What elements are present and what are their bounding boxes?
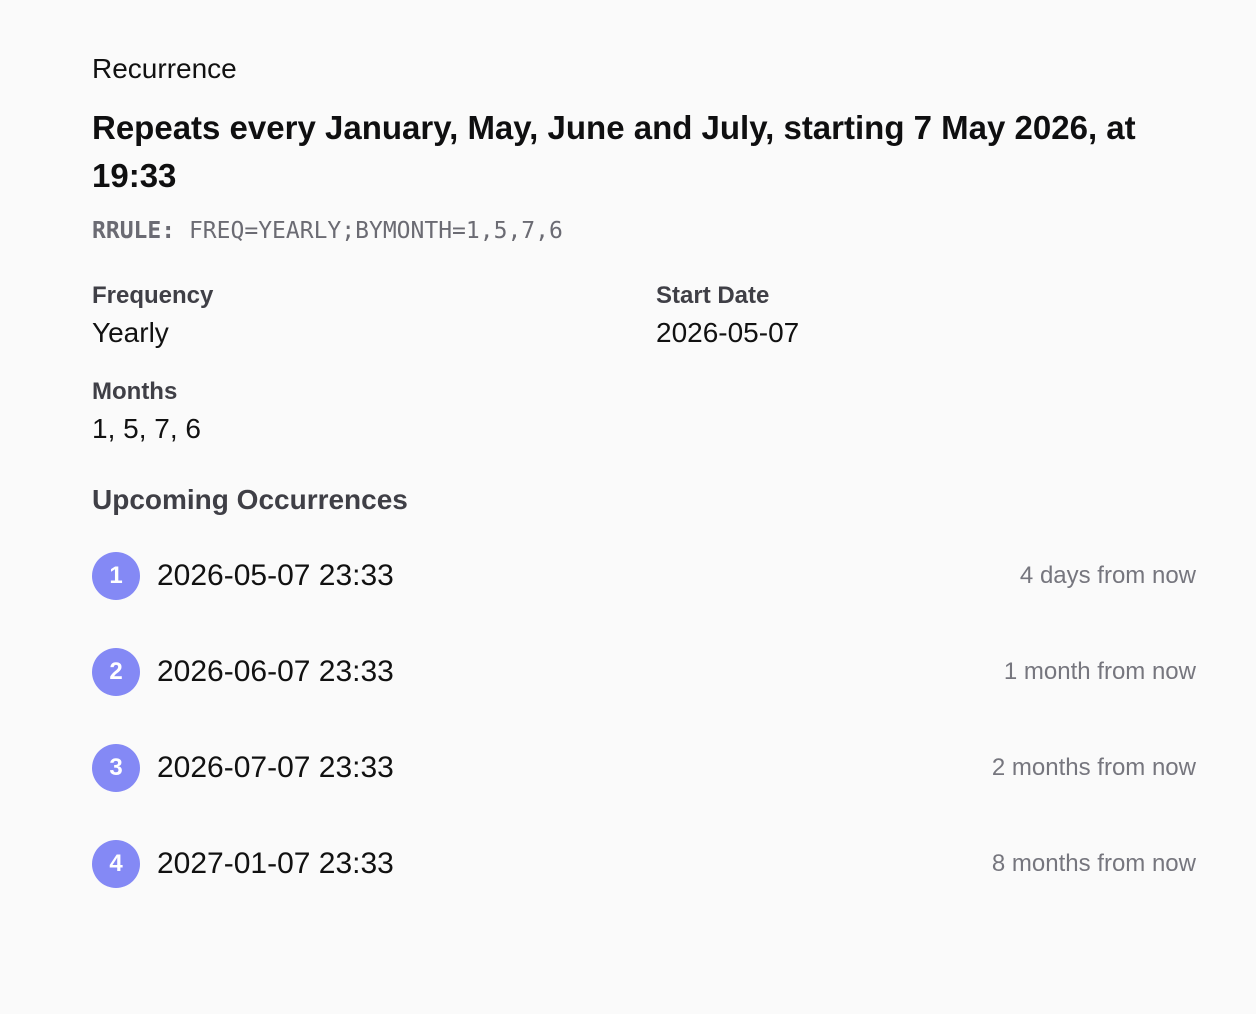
months-label: Months — [92, 378, 178, 405]
section-label: Recurrence — [92, 53, 237, 84]
frequency-field: Frequency Yearly — [92, 281, 213, 351]
rrule-line: RRULE: FREQ=YEARLY;BYMONTH=1,5,7,6 — [92, 216, 563, 246]
months-value: 1, 5, 7, 6 — [92, 413, 201, 444]
occurrence-datetime: 2026-06-07 23:33 — [157, 655, 394, 688]
recurrence-summary: Repeats every January, May, June and Jul… — [92, 109, 1136, 194]
occurrence-index-badge: 1 — [92, 552, 140, 600]
occurrence-relative-time: 4 days from now — [1019, 562, 1196, 589]
frequency-value: Yearly — [92, 317, 169, 348]
occurrence-datetime: 2026-05-07 23:33 — [157, 559, 394, 592]
occurrence-item: 2 2026-06-07 23:33 1 month from now — [92, 648, 1196, 744]
frequency-label: Frequency — [92, 282, 214, 309]
months-field: Months 1, 5, 7, 6 — [92, 377, 201, 447]
start-date-field: Start Date 2026-05-07 — [656, 281, 799, 351]
occurrence-relative-time: 8 months from now — [991, 850, 1196, 877]
occurrence-datetime: 2027-01-07 23:33 — [157, 847, 394, 880]
occurrence-relative-time: 1 month from now — [1003, 658, 1196, 685]
occurrence-datetime: 2026-07-07 23:33 — [157, 751, 394, 784]
start-date-value: 2026-05-07 — [656, 317, 800, 348]
start-date-label: Start Date — [656, 282, 770, 309]
recurrence-panel: Recurrence Repeats every January, May, J… — [0, 0, 1256, 1014]
occurrence-list: 1 2026-05-07 23:33 4 days from now 2 202… — [92, 552, 1196, 936]
occurrence-index-badge: 4 — [92, 840, 140, 888]
rrule-key: RRULE: — [92, 218, 176, 244]
occurrence-item: 3 2026-07-07 23:33 2 months from now — [92, 744, 1196, 840]
occurrence-index-badge: 3 — [92, 744, 140, 792]
occurrence-item: 1 2026-05-07 23:33 4 days from now — [92, 552, 1196, 648]
occurrence-index-badge: 2 — [92, 648, 140, 696]
occurrence-relative-time: 2 months from now — [991, 754, 1196, 781]
rrule-value: FREQ=YEARLY;BYMONTH=1,5,7,6 — [188, 218, 563, 244]
upcoming-occurrences-title: Upcoming Occurrences — [92, 484, 408, 515]
occurrence-item: 4 2027-01-07 23:33 8 months from now — [92, 840, 1196, 936]
